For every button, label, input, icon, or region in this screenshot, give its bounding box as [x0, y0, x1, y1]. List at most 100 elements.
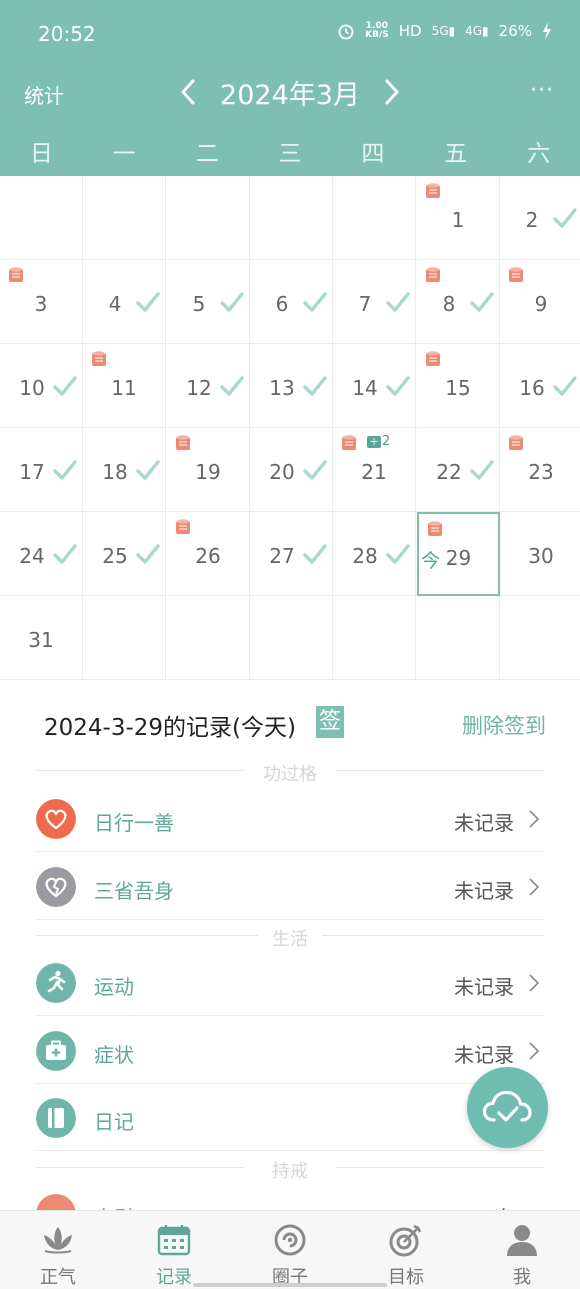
next-month-icon[interactable] — [376, 74, 406, 110]
calendar-day-cell[interactable]: +2 21 — [333, 428, 416, 512]
item-label: 三省吾身 — [94, 879, 174, 903]
heart-icon — [36, 799, 76, 839]
calendar-day-cell[interactable]: 11 — [83, 344, 166, 428]
calendar-day-cell[interactable]: 23 — [500, 428, 580, 512]
day-number: 1 — [451, 208, 465, 232]
calendar-day-cell[interactable]: 22 — [417, 428, 500, 512]
stats-button[interactable]: 统计 — [24, 80, 64, 109]
user-icon — [507, 1225, 537, 1256]
cloud-sync-button[interactable] — [467, 1067, 548, 1148]
calendar-day-cell[interactable]: 13 — [250, 344, 333, 428]
item-value: 未记录 — [454, 1043, 514, 1067]
item-label: 运动 — [94, 975, 134, 999]
calendar-day-cell[interactable]: 28 — [333, 512, 416, 596]
calendar-empty-cell — [333, 596, 416, 680]
calendar-day-cell[interactable]: 6 — [250, 260, 333, 344]
item-value: 未记录 — [454, 811, 514, 835]
calendar-day-cell[interactable]: 31 — [0, 596, 83, 680]
home-indicator — [193, 1283, 387, 1287]
calendar-day-cell[interactable]: 12 — [167, 344, 250, 428]
check-icon — [386, 292, 410, 312]
item-value: 未记录 — [454, 879, 514, 903]
calendar-day-cell[interactable]: 7 — [333, 260, 416, 344]
weekday-label: 二 — [195, 141, 219, 167]
tab-circle[interactable]: 圈子 — [232, 1219, 348, 1289]
calendar-day-cell[interactable]: 20 — [250, 428, 333, 512]
weekday-label: 四 — [361, 141, 385, 167]
check-icon — [386, 544, 410, 564]
calendar-empty-cell — [417, 596, 500, 680]
list-item-self-reflection[interactable]: 三省吾身 未记录 — [36, 853, 544, 920]
day-number: 26 — [195, 544, 221, 568]
calendar-day-cell[interactable]: 19 — [167, 428, 250, 512]
calendar-day-cell[interactable]: 26 — [167, 512, 250, 596]
bag-icon — [342, 435, 356, 450]
day-number: 29 — [445, 546, 472, 570]
calendar-day-cell[interactable]: 18 — [83, 428, 166, 512]
section-merit: 功过格 — [36, 760, 544, 785]
section-precepts: 持戒 — [36, 1157, 544, 1182]
calendar-day-cell[interactable]: 2 — [500, 176, 580, 260]
day-number: 19 — [195, 460, 221, 484]
alarm-icon — [338, 24, 354, 40]
day-number: 23 — [528, 460, 554, 484]
bag-icon — [428, 521, 442, 536]
calendar-day-cell[interactable]: 16 — [500, 344, 580, 428]
bottom-tab-bar: 正气 记录 圈子 目标 我 — [0, 1210, 580, 1289]
status-time: 20:52 — [38, 22, 96, 46]
nav-row: 统计 2024年3月 ··· — [0, 70, 580, 120]
item-label: 日记 — [94, 1110, 134, 1134]
record-title: 2024-3-29的记录(今天) — [44, 715, 296, 741]
check-icon — [136, 544, 160, 564]
calendar-day-cell[interactable]: 15 — [417, 344, 500, 428]
calendar-day-cell[interactable]: 14 — [333, 344, 416, 428]
day-number: 3 — [34, 292, 48, 316]
month-title: 2024年3月 — [220, 80, 360, 111]
day-number: 15 — [445, 376, 471, 400]
section-label: 功过格 — [263, 764, 317, 785]
item-value: 未记录 — [454, 975, 514, 999]
status-icons: 1.00 KB/S HD 5G▮ 4G▮ 26% — [337, 22, 552, 40]
tab-zhengqi[interactable]: 正气 — [0, 1219, 116, 1289]
list-item-good-deed[interactable]: 日行一善 未记录 — [36, 785, 544, 852]
calendar-day-cell[interactable]: 25 — [83, 512, 166, 596]
calendar-icon — [157, 1225, 191, 1256]
circle-icon — [274, 1224, 306, 1256]
check-icon — [136, 460, 160, 480]
calendar-day-cell[interactable]: 17 — [0, 428, 83, 512]
check-icon — [303, 460, 327, 480]
calendar-day-cell[interactable]: 3 — [0, 260, 83, 344]
calendar-day-cell[interactable]: 8 — [417, 260, 500, 344]
notebook-icon — [36, 1098, 76, 1138]
tab-record[interactable]: 记录 — [116, 1219, 232, 1289]
bag-icon — [509, 435, 523, 450]
calendar-day-cell[interactable]: 9 — [500, 260, 580, 344]
calendar-day-cell[interactable]: 4 — [83, 260, 166, 344]
section-label: 生活 — [272, 929, 308, 950]
calendar-day-cell[interactable]: 1 — [417, 176, 500, 260]
calendar-day-cell[interactable]: 30 — [500, 512, 580, 596]
calendar-day-cell[interactable]: 5 — [167, 260, 250, 344]
chevron-right-icon — [529, 810, 540, 828]
medkit-count: 2 — [382, 434, 391, 449]
check-icon — [553, 208, 577, 228]
list-item-exercise[interactable]: 运动 未记录 — [36, 949, 544, 1016]
prev-month-icon[interactable] — [174, 74, 204, 110]
broken-heart-icon — [36, 867, 76, 907]
check-icon — [386, 376, 410, 396]
cloud-check-icon — [482, 1090, 532, 1122]
charging-icon — [543, 22, 551, 40]
delete-sign-in-button[interactable]: 删除签到 — [462, 710, 546, 740]
weekday-label: 三 — [278, 141, 302, 167]
bag-icon — [509, 267, 523, 282]
tab-me[interactable]: 我 — [464, 1219, 580, 1289]
calendar-day-cell[interactable]: 24 — [0, 512, 83, 596]
bag-icon — [176, 435, 190, 450]
more-icon[interactable]: ··· — [530, 78, 554, 103]
calendar-day-cell[interactable]: 10 — [0, 344, 83, 428]
tab-goal[interactable]: 目标 — [348, 1219, 464, 1289]
battery-level: 26% — [498, 22, 532, 40]
calendar-day-cell[interactable]: 27 — [250, 512, 333, 596]
check-icon — [53, 376, 77, 396]
calendar-day-cell[interactable]: 今 29 — [417, 512, 500, 596]
